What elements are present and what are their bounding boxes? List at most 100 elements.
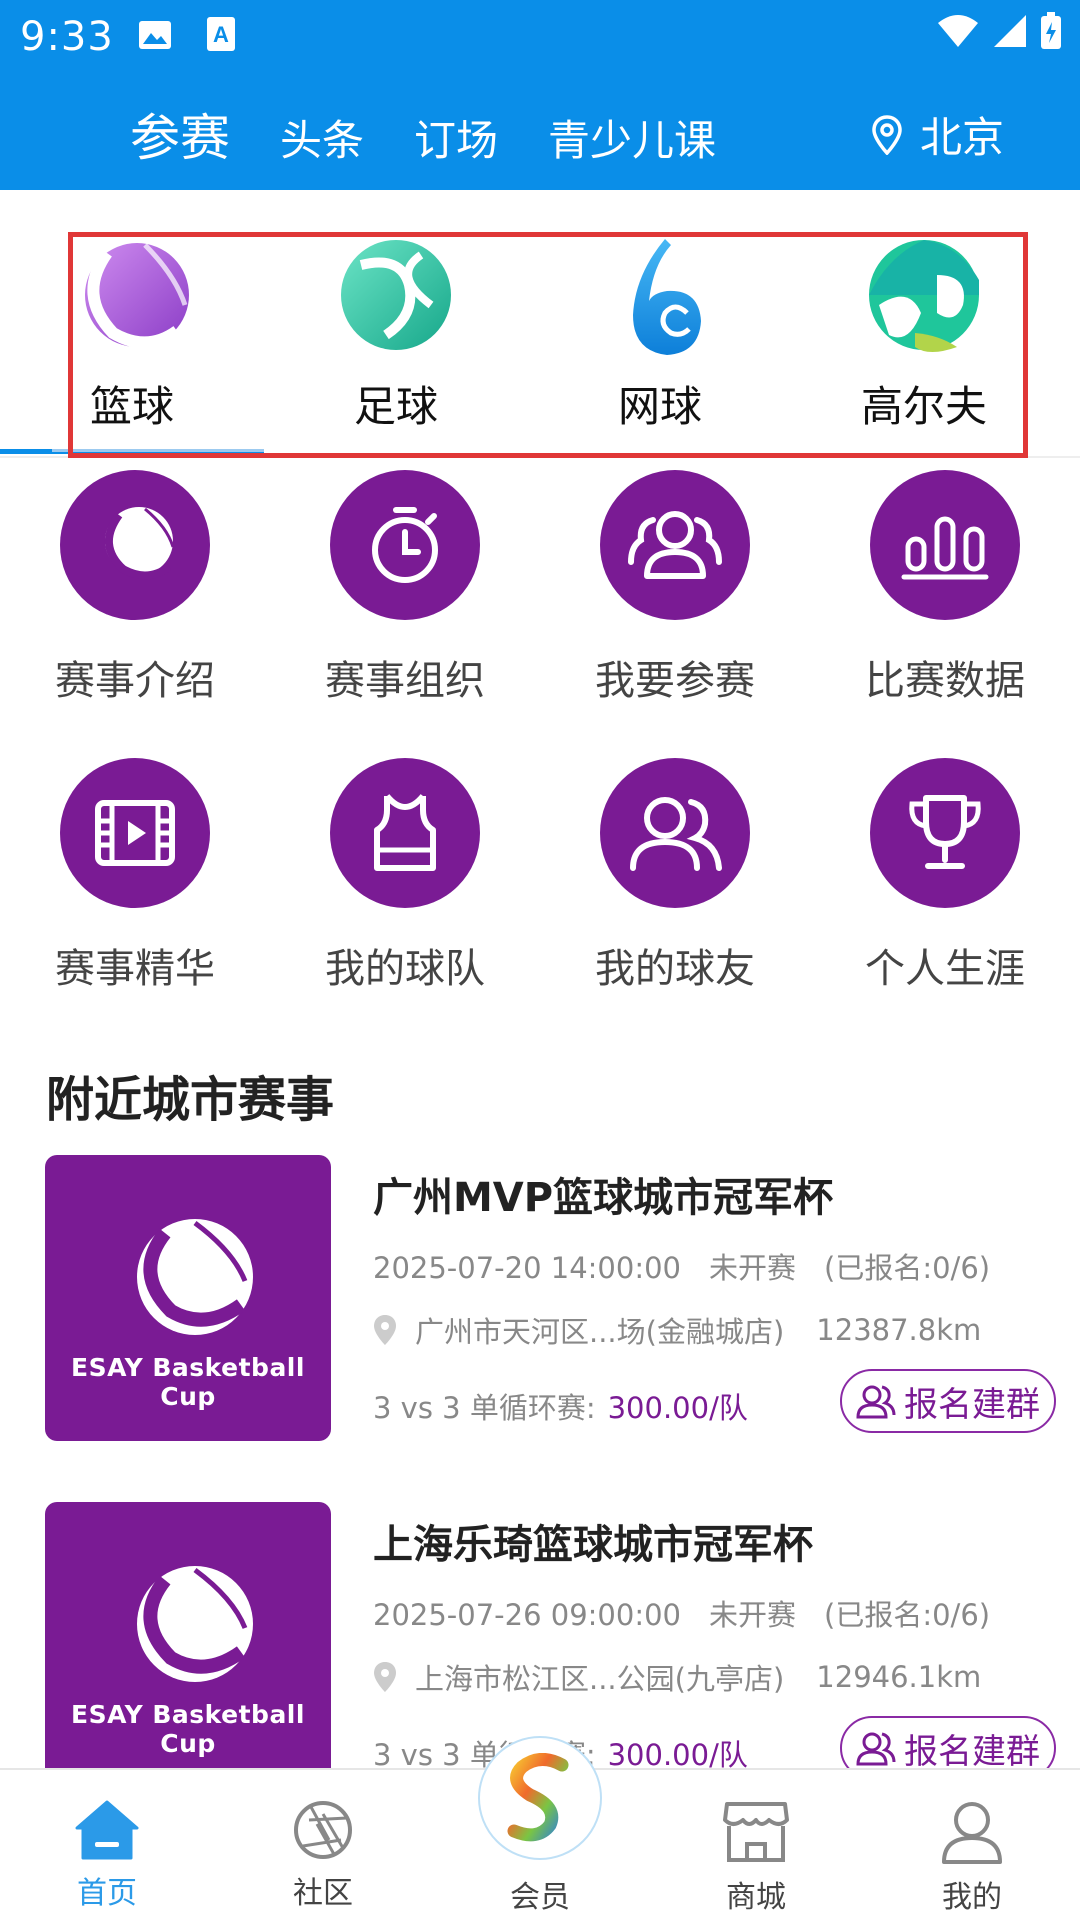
bottom-nav-profile[interactable]: 我的 <box>897 1800 1047 1916</box>
group-icon <box>628 511 722 579</box>
shutter-icon <box>294 1801 352 1859</box>
bottom-nav-label: 我的 <box>942 1880 1002 1915</box>
grid-label: 我的球队 <box>325 946 485 992</box>
event-datetime: 2025-07-20 14:00:00 <box>373 1251 681 1285</box>
event-address: 广州市天河区...场(金融城店) <box>415 1315 785 1349</box>
grid-icon-circle <box>600 758 750 908</box>
grid-label: 我的球友 <box>595 946 755 992</box>
event-card[interactable]: ESAY Basketball Cup 广州MVP篮球城市冠军杯 2025-07… <box>45 1155 1065 1445</box>
event-title[interactable]: 广州MVP篮球城市冠军杯 <box>373 1165 833 1223</box>
wifi-icon <box>938 15 978 47</box>
tab-book-venue[interactable]: 订场 <box>414 107 498 168</box>
grid-label: 我要参赛 <box>595 658 755 704</box>
grid-icon-circle <box>330 758 480 908</box>
grid-icon-circle <box>60 758 210 908</box>
grid-label: 比赛数据 <box>865 658 1025 704</box>
bottom-nav-community[interactable]: 社区 <box>248 1800 398 1912</box>
stopwatch-icon <box>372 507 438 583</box>
film-icon <box>95 800 175 866</box>
signal-icon <box>994 15 1026 47</box>
friends-icon <box>630 797 722 871</box>
text-notification-icon: A <box>207 17 235 51</box>
bottom-nav-label: 首页 <box>77 1876 137 1911</box>
signup-button-label: 报名建群 <box>904 1731 1040 1772</box>
bottom-nav-vip[interactable] <box>478 1736 602 1860</box>
bottom-nav-label: 商城 <box>726 1880 786 1915</box>
event-price: 300.00/队 <box>607 1738 748 1772</box>
grid-icon-circle <box>600 470 750 620</box>
grid-career[interactable]: 个人生涯 <box>810 758 1080 994</box>
bottom-nav-mall[interactable]: 商城 <box>681 1800 831 1916</box>
event-location: 上海市松江区...公园(九亭店) 12946.1km <box>373 1656 981 1698</box>
bottom-nav-label: 社区 <box>293 1876 353 1911</box>
tab-headlines[interactable]: 头条 <box>280 107 364 168</box>
store-icon <box>723 1802 789 1862</box>
vip-s-icon <box>507 1753 569 1842</box>
tab-compete[interactable]: 参赛 <box>130 98 230 170</box>
status-time: 9:33 <box>20 14 114 60</box>
city-selector[interactable]: 北京 <box>872 104 1004 165</box>
svg-text:A: A <box>213 22 229 47</box>
poster-text: ESAY Basketball Cup <box>71 1353 305 1411</box>
grid-label: 赛事精华 <box>55 946 215 992</box>
location-pin-icon <box>872 114 902 155</box>
event-poster[interactable]: ESAY Basketball Cup <box>45 1155 331 1441</box>
event-distance: 12387.8km <box>816 1313 982 1347</box>
event-price: 300.00/队 <box>607 1391 748 1425</box>
bottom-nav-home[interactable]: 首页 <box>32 1800 182 1912</box>
event-location: 广州市天河区...场(金融城店) 12387.8km <box>373 1309 981 1351</box>
location-pin-icon <box>374 1662 396 1692</box>
trophy-icon <box>909 795 981 869</box>
group-icon <box>856 1732 896 1766</box>
grid-icon-circle <box>60 470 210 620</box>
grid-my-friends[interactable]: 我的球友 <box>540 758 810 994</box>
basketball-icon <box>104 507 175 580</box>
city-name: 北京 <box>919 113 1004 162</box>
jersey-icon <box>374 793 436 871</box>
event-title[interactable]: 上海乐琦篮球城市冠军杯 <box>373 1512 813 1570</box>
event-address: 上海市松江区...公园(九亭店) <box>415 1662 785 1696</box>
grid-icon-circle <box>870 470 1020 620</box>
event-format: 3 vs 3 单循环赛: <box>373 1391 596 1425</box>
signup-button-label: 报名建群 <box>904 1384 1040 1425</box>
section-title-nearby: 附近城市赛事 <box>46 1072 335 1128</box>
event-distance: 12946.1km <box>816 1660 982 1694</box>
tab-youth-classes[interactable]: 青少儿课 <box>548 107 716 168</box>
group-icon <box>856 1385 896 1419</box>
bar-data-icon <box>901 516 989 580</box>
grid-join-event[interactable]: 我要参赛 <box>540 470 810 706</box>
event-registered: (已报名:0/6) <box>824 1251 991 1285</box>
signup-group-button[interactable]: 报名建群 <box>840 1369 1056 1433</box>
grid-event-organize[interactable]: 赛事组织 <box>270 470 540 706</box>
event-price-row: 3 vs 3 单循环赛: 300.00/队 <box>373 1385 748 1427</box>
annotation-highlight-box <box>68 232 1028 458</box>
bottom-nav-label: 会员 <box>510 1880 570 1915</box>
image-notification-icon <box>139 21 171 49</box>
grid-label: 赛事介绍 <box>55 658 215 704</box>
basketball-logo-icon <box>137 1219 253 1335</box>
location-pin-icon <box>374 1315 396 1345</box>
event-datetime: 2025-07-26 09:00:00 <box>373 1598 681 1632</box>
event-status: 未开赛 <box>709 1598 797 1632</box>
event-registered: (已报名:0/6) <box>824 1598 991 1632</box>
grid-label: 赛事组织 <box>325 658 485 704</box>
grid-match-data[interactable]: 比赛数据 <box>810 470 1080 706</box>
poster-text: ESAY Basketball Cup <box>71 1700 305 1758</box>
grid-icon-circle <box>330 470 480 620</box>
battery-icon <box>1041 12 1061 49</box>
event-status: 未开赛 <box>709 1251 797 1285</box>
grid-highlights[interactable]: 赛事精华 <box>0 758 270 994</box>
grid-icon-circle <box>870 758 1020 908</box>
profile-icon <box>942 1802 1002 1864</box>
status-icons <box>936 12 1062 50</box>
event-meta: 2025-07-26 09:00:00 未开赛 (已报名:0/6) <box>373 1592 1018 1634</box>
basketball-logo-icon <box>137 1566 253 1682</box>
top-nav-tabs: 参赛 头条 订场 青少儿课 <box>130 98 766 170</box>
event-poster[interactable]: ESAY Basketball Cup <box>45 1502 331 1788</box>
grid-label: 个人生涯 <box>865 946 1025 992</box>
event-meta: 2025-07-20 14:00:00 未开赛 (已报名:0/6) <box>373 1245 1018 1287</box>
home-icon <box>75 1800 139 1860</box>
grid-event-intro[interactable]: 赛事介绍 <box>0 470 270 706</box>
grid-my-team[interactable]: 我的球队 <box>270 758 540 994</box>
top-bar: 9:33 A 参赛 头条 订场 青少儿课 北京 <box>0 0 1080 190</box>
